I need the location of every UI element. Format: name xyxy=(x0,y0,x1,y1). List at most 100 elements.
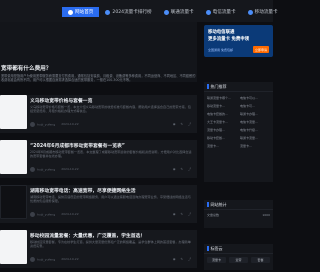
hot-widget: 热门推荐 联通流量卡哪个... 电信卡可以... 移动流量卡... 电信卡可..… xyxy=(204,82,273,182)
tag[interactable]: 套餐 xyxy=(251,257,270,263)
nav-item-home[interactable]: 网站首页 xyxy=(62,7,100,17)
article-thumbnail[interactable] xyxy=(0,230,27,264)
article-title[interactable]: 湖南移动宽带电话：高速宽带，尽享便捷网络生活 xyxy=(30,187,136,194)
nav-item-label: 移动流量卡 xyxy=(254,10,278,15)
comment-icon: ✎ xyxy=(180,167,183,171)
article-title[interactable]: 移动校园流量套餐：大量优惠，广泛覆盖，学生首选！ xyxy=(30,232,145,239)
widget-title: 网站统计 xyxy=(210,201,227,207)
article-excerpt: 湖南移动宽带电话，提供高速稳定的宽带网络服务，用户可以通过客服电话咨询办理宽带业… xyxy=(30,195,191,203)
share-icon[interactable]: ⤴ xyxy=(188,257,191,261)
article-card[interactable]: 义乌移动宽带价格与套餐一览 义乌移动宽带价格与套餐一览，本文介绍义乌移动宽带的收… xyxy=(0,95,197,133)
article-title[interactable]: 义乌移动宽带价格与套餐一览 xyxy=(30,97,92,104)
stats-widget: 网站统计 文章总数 1000 xyxy=(204,200,273,228)
views-icon: ◉ xyxy=(172,167,176,171)
views-icon: ◉ xyxy=(172,122,176,126)
article-actions: ◉ ✎ ⤴ xyxy=(173,167,191,171)
nav-item-label: 2024流量卡排行榜 xyxy=(112,10,152,15)
hot-item[interactable]: 电信卡可以... xyxy=(240,96,270,100)
tag[interactable]: 流量卡 xyxy=(207,257,226,263)
views-icon: ◉ xyxy=(172,257,176,261)
accent-bar xyxy=(207,246,209,251)
avatar xyxy=(30,212,35,217)
share-icon[interactable]: ⤴ xyxy=(188,212,191,216)
main-nav: 网站首页 2024流量卡排行榜 联通流量卡 电信流量卡 移动流量卡 xyxy=(62,7,284,17)
comment-icon: ✎ xyxy=(180,122,183,126)
promo-banner[interactable]: 移动电信联通 更多流量卡 免费申领 全国通用 免费包邮 立即申请 xyxy=(204,25,273,57)
hot-item[interactable]: 电信卡流量... xyxy=(240,120,270,124)
hot-item[interactable]: 流量卡办理... xyxy=(207,128,237,132)
hero-description: 宽带费用是指用户为使用宽带服务而需要支付的费用，通常包括安装费、月租费、设备费等… xyxy=(1,74,196,83)
tag-list: 流量卡 宽带 套餐 xyxy=(204,254,273,266)
article-thumbnail[interactable] xyxy=(0,95,27,129)
tag[interactable]: 宽带 xyxy=(229,257,248,263)
nav-item-ranking[interactable]: 2024流量卡排行榜 xyxy=(99,7,157,17)
article-excerpt: 2024年6月成都市移动宽带套餐一览表，本文整理了成都移动宽带最新的套餐价格和资… xyxy=(30,150,192,158)
banner-cta-button[interactable]: 立即申请 xyxy=(253,46,269,53)
hot-item[interactable]: 联通流量卡哪个... xyxy=(207,96,237,100)
hot-item[interactable]: 大王卡流量卡... xyxy=(207,120,237,124)
hot-item[interactable]: 联通卡办理... xyxy=(240,112,270,116)
hot-item[interactable]: 移动卡套餐... xyxy=(207,136,237,140)
article-actions: ◉ ✎ ⤴ xyxy=(173,212,191,216)
article-thumbnail[interactable] xyxy=(0,185,27,219)
hot-item[interactable]: 流量卡... xyxy=(207,144,237,148)
hero-title[interactable]: 宽带都有什么费用？ xyxy=(1,64,51,72)
widget-header: 热门推荐 xyxy=(204,82,273,92)
banner-subtitle: 全国通用 免费包邮 xyxy=(208,48,233,52)
article-date: 2024-10-22 xyxy=(61,212,79,216)
article-meta: huiji_yufeng 2024-10-22 xyxy=(30,122,79,127)
article-meta: huiji_yufeng 2024-10-22 xyxy=(30,257,79,262)
nav-item-unicom[interactable]: 联通流量卡 xyxy=(158,7,200,17)
top-navbar: 网站首页 2024流量卡排行榜 联通流量卡 电信流量卡 移动流量卡 xyxy=(0,0,278,22)
share-icon[interactable]: ⤴ xyxy=(188,167,191,171)
author[interactable]: huiji_yufeng xyxy=(30,257,55,262)
views-icon: ◉ xyxy=(172,212,176,216)
author[interactable]: huiji_yufeng xyxy=(30,212,55,217)
avatar xyxy=(30,257,35,262)
stats-list: 文章总数 1000 xyxy=(204,210,273,220)
hot-item[interactable]: 电信卡可... xyxy=(240,104,270,108)
banner-line-2: 更多流量卡 免费申领 xyxy=(208,37,250,42)
sim-icon xyxy=(247,9,253,15)
article-meta: huiji_yufeng 2024-10-22 xyxy=(30,212,79,217)
nav-item-label: 电信流量卡 xyxy=(212,10,236,15)
article-date: 2024-10-22 xyxy=(61,167,79,171)
hot-item[interactable]: 移动流量卡... xyxy=(207,104,237,108)
article-actions: ◉ ✎ ⤴ xyxy=(173,257,191,261)
stat-row: 文章总数 1000 xyxy=(207,213,270,217)
hot-list: 联通流量卡哪个... 电信卡可以... 移动流量卡... 电信卡可... 电信卡… xyxy=(204,92,273,152)
widget-title: 热门推荐 xyxy=(210,83,227,89)
nav-item-telecom[interactable]: 电信流量卡 xyxy=(200,7,242,17)
widget-header: 标签云 xyxy=(204,244,273,254)
accent-bar xyxy=(207,84,209,89)
article-meta: huiji_yufeng 2024-10-22 xyxy=(30,167,79,172)
avatar xyxy=(30,167,35,172)
article-card[interactable]: 湖南移动宽带电话：高速宽带，尽享便捷网络生活 湖南移动宽带电话，提供高速稳定的宽… xyxy=(0,185,197,223)
nav-item-label: 网站首页 xyxy=(75,10,94,15)
article-card[interactable]: 移动校园流量套餐：大量优惠，广泛覆盖，学生首选！ 移动校园流量套餐，专为在校学生… xyxy=(0,230,197,268)
home-icon xyxy=(68,9,73,15)
article-thumbnail[interactable] xyxy=(0,140,27,174)
hot-item[interactable]: 联通卡流量... xyxy=(240,136,270,140)
widget-title: 标签云 xyxy=(210,245,223,251)
nav-item-mobile[interactable]: 移动流量卡 xyxy=(242,7,284,17)
banner-line-1: 移动电信联通 xyxy=(208,30,235,35)
article-title[interactable]: “2024年6月成都市移动宽带套餐有一览表” xyxy=(30,142,125,149)
hot-item[interactable]: 电信卡套餐的... xyxy=(207,112,237,116)
nav-item-label: 联通流量卡 xyxy=(170,10,194,15)
author[interactable]: huiji_yufeng xyxy=(30,167,55,172)
article-date: 2024-10-22 xyxy=(61,122,79,126)
sim-icon xyxy=(163,9,169,15)
article-excerpt: 移动校园流量套餐，专为在校学生打造，提供大量流量优惠和广泛的网络覆盖，是学生群体… xyxy=(30,240,191,248)
article-actions: ◉ ✎ ⤴ xyxy=(173,122,191,126)
widget-header: 网站统计 xyxy=(204,200,273,210)
sim-icon xyxy=(205,9,211,15)
hero-section: 宽带都有什么费用？ 宽带费用是指用户为使用宽带服务而需要支付的费用，通常包括安装… xyxy=(0,22,197,82)
avatar xyxy=(30,122,35,127)
hot-item[interactable]: 流量卡... xyxy=(240,144,270,148)
article-card[interactable]: “2024年6月成都市移动宽带套餐有一览表” 2024年6月成都市移动宽带套餐一… xyxy=(0,140,197,178)
article-date: 2024-10-22 xyxy=(61,257,79,261)
author[interactable]: huiji_yufeng xyxy=(30,122,55,127)
share-icon[interactable]: ⤴ xyxy=(188,122,191,126)
hot-item[interactable]: 电信卡升级... xyxy=(240,128,270,132)
